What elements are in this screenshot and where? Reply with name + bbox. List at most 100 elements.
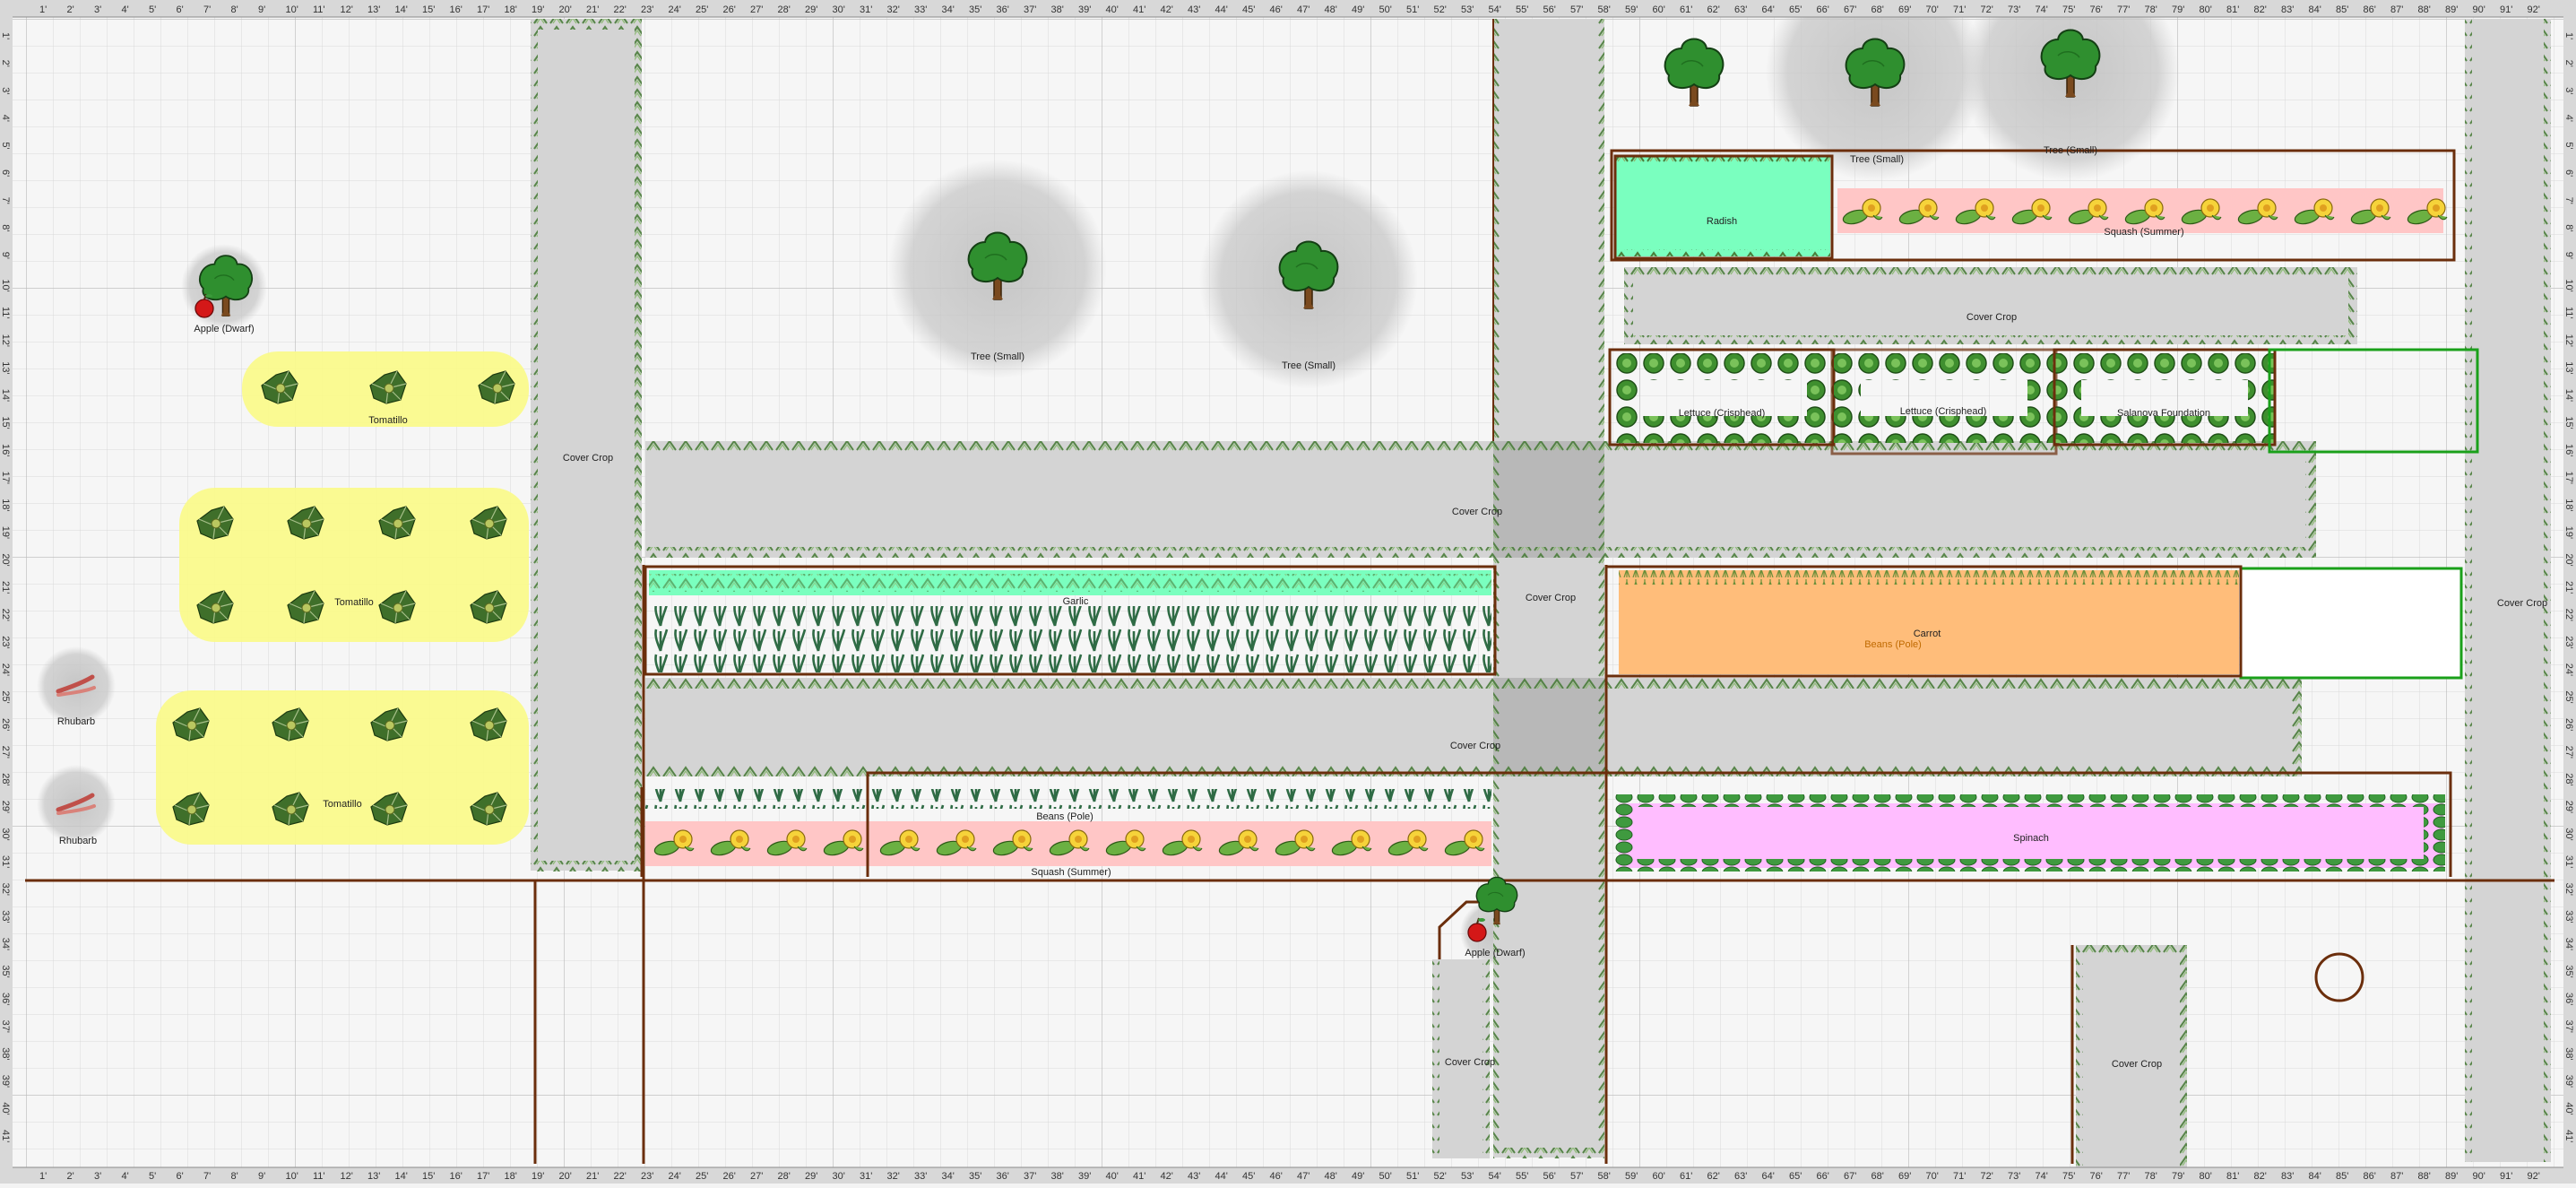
ruler-bottom-tick: 16' <box>450 1171 462 1182</box>
ruler-left-tick: 27' <box>0 746 11 759</box>
bed-radish[interactable]: Radish <box>1613 154 1834 260</box>
ruler-top-tick: 10' <box>286 4 298 15</box>
ruler-left-tick: 9' <box>0 252 11 259</box>
ruler-right-tick: 6' <box>2563 169 2574 177</box>
ruler-bottom-tick: 19' <box>532 1171 544 1182</box>
ruler-bottom-tick: 78' <box>2145 1171 2157 1182</box>
ruler-right-tick: 23' <box>2563 636 2574 648</box>
ruler-bottom-tick: 34' <box>942 1171 955 1182</box>
ruler-left-tick: 16' <box>0 444 11 456</box>
ruler-top-tick: 60' <box>1653 4 1665 15</box>
ruler-bottom-tick: 51' <box>1406 1171 1419 1182</box>
radish-label: Radish <box>1707 216 1737 227</box>
cover-crop-strip[interactable] <box>1493 19 1604 1158</box>
cover-crop-label: Cover Crop <box>2112 1059 2162 1070</box>
cover-crop-strip[interactable] <box>2465 19 2551 1162</box>
ruler-bottom-tick: 75' <box>2062 1171 2075 1182</box>
ruler-right-tick: 20' <box>2563 553 2574 566</box>
tomatillo-patch[interactable] <box>156 690 529 845</box>
ruler-top-tick: 23' <box>641 4 653 15</box>
cover-crop-overlap <box>1493 678 1604 776</box>
ruler-top-tick: 49' <box>1352 4 1364 15</box>
garden-plan[interactable]: Tomatillo Tomatillo Tomatillo Garlic Bea… <box>0 0 2576 1184</box>
ruler-top-tick: 90' <box>2473 4 2485 15</box>
ruler-top-tick: 72' <box>1981 4 1993 15</box>
ruler-bottom-tick: 65' <box>1789 1171 1802 1182</box>
ruler-top-tick: 91' <box>2500 4 2512 15</box>
ruler-right-tick: 9' <box>2563 252 2574 259</box>
ruler-left-tick: 17' <box>0 472 11 484</box>
ruler-right-tick: 37' <box>2563 1020 2574 1033</box>
ruler-left-tick: 25' <box>0 690 11 703</box>
cover-crop-strip[interactable] <box>645 678 2302 776</box>
ruler-right-tick: 11' <box>2563 307 2574 319</box>
ruler-top-tick: 50' <box>1379 4 1392 15</box>
rhubarb-label: Rhubarb <box>59 836 97 846</box>
ruler-bottom-tick: 26' <box>723 1171 736 1182</box>
cover-crop-strip[interactable] <box>2076 945 2187 1169</box>
ruler-top-tick: 55' <box>1516 4 1528 15</box>
ruler-top-tick: 61' <box>1680 4 1692 15</box>
ruler-bottom-tick: 53' <box>1461 1171 1474 1182</box>
tree-label: Tree (Small) <box>1282 360 1336 371</box>
ruler-bottom-tick: 10' <box>286 1171 298 1182</box>
ruler-bottom-tick: 21' <box>586 1171 599 1182</box>
bed-garlic[interactable]: Garlic <box>644 565 1497 676</box>
ruler-right-tick: 28' <box>2563 773 2574 785</box>
ruler-top-tick: 73' <box>2008 4 2020 15</box>
ruler-right-tick: 3' <box>2563 87 2574 94</box>
ruler-left-tick: 22' <box>0 609 11 621</box>
ruler-bottom: 1' 2' 3' 4' 5' 6' 7' 8' 9' 10' 11' 12' 13' 14' 15' 16' 1… <box>0 1166 2576 1184</box>
ruler-top-tick: 53' <box>1461 4 1474 15</box>
ruler-left-tick: 13' <box>0 361 11 374</box>
ruler-top-tick: 28' <box>778 4 791 15</box>
ruler-right-tick: 1' <box>2563 32 2574 39</box>
bed-carrot[interactable]: Carrot Beans (Pole) <box>1604 565 2243 678</box>
ruler-bottom-tick: 52' <box>1434 1171 1447 1182</box>
ruler-bottom-tick: 15' <box>422 1171 435 1182</box>
ruler-bottom-tick: 13' <box>367 1171 380 1182</box>
cover-crop-label: Cover Crop <box>1967 312 2017 323</box>
ruler-right-tick: 30' <box>2563 828 2574 840</box>
ruler-bottom-tick: 58' <box>1598 1171 1611 1182</box>
ruler-left-tick: 36' <box>0 993 11 1005</box>
ruler-left-tick: 2' <box>0 60 11 67</box>
ruler-top-tick: 92' <box>2528 4 2540 15</box>
ruler-bottom-tick: 14' <box>395 1171 408 1182</box>
cover-crop-strip[interactable] <box>645 441 2316 558</box>
ruler-top-tick: 16' <box>450 4 462 15</box>
ruler-bottom-tick: 33' <box>914 1171 927 1182</box>
ruler-left-tick: 24' <box>0 663 11 676</box>
ruler-bottom-tick: 31' <box>860 1171 872 1182</box>
squash-summer-label: Squash (Summer) <box>1031 867 1111 878</box>
ruler-bottom-tick: 11' <box>313 1171 325 1182</box>
ruler-left-tick: 21' <box>0 581 11 594</box>
spinach-label: Spinach <box>2013 833 2049 844</box>
bed-spinach[interactable]: Spinach <box>1613 794 2445 871</box>
ruler-bottom-tick: 23' <box>641 1171 653 1182</box>
ruler-left-tick: 35' <box>0 965 11 977</box>
ruler-top-tick: 45' <box>1242 4 1255 15</box>
ruler-bottom-tick: 82' <box>2254 1171 2267 1182</box>
ruler-top-tick: 20' <box>559 4 572 15</box>
ruler-left-tick: 23' <box>0 636 11 648</box>
cover-crop-strip[interactable] <box>531 19 642 871</box>
cover-crop-strip[interactable] <box>1624 267 2357 344</box>
ruler-bottom-tick: 35' <box>969 1171 981 1182</box>
ruler-bottom-tick: 25' <box>696 1171 708 1182</box>
ruler-left-tick: 40' <box>0 1102 11 1114</box>
ruler-bottom-tick: 73' <box>2008 1171 2020 1182</box>
ruler-bottom-tick: 50' <box>1379 1171 1392 1182</box>
ruler-bottom-tick: 68' <box>1871 1171 1884 1182</box>
tree-label: Tree (Small) <box>971 351 1024 362</box>
ruler-right-tick: 38' <box>2563 1047 2574 1060</box>
ruler-left-tick: 41' <box>0 1130 11 1142</box>
ruler-bottom-tick: 5' <box>149 1171 156 1182</box>
ruler-left-tick: 39' <box>0 1075 11 1088</box>
garden-planner-canvas[interactable]: Tomatillo Tomatillo Tomatillo Garlic Bea… <box>0 0 2576 1184</box>
ruler-bottom-tick: 76' <box>2090 1171 2103 1182</box>
ruler-top-tick: 31' <box>860 4 872 15</box>
ruler-right-tick: 33' <box>2563 910 2574 923</box>
ruler-left-tick: 7' <box>0 197 11 204</box>
ruler-top-tick: 34' <box>942 4 955 15</box>
